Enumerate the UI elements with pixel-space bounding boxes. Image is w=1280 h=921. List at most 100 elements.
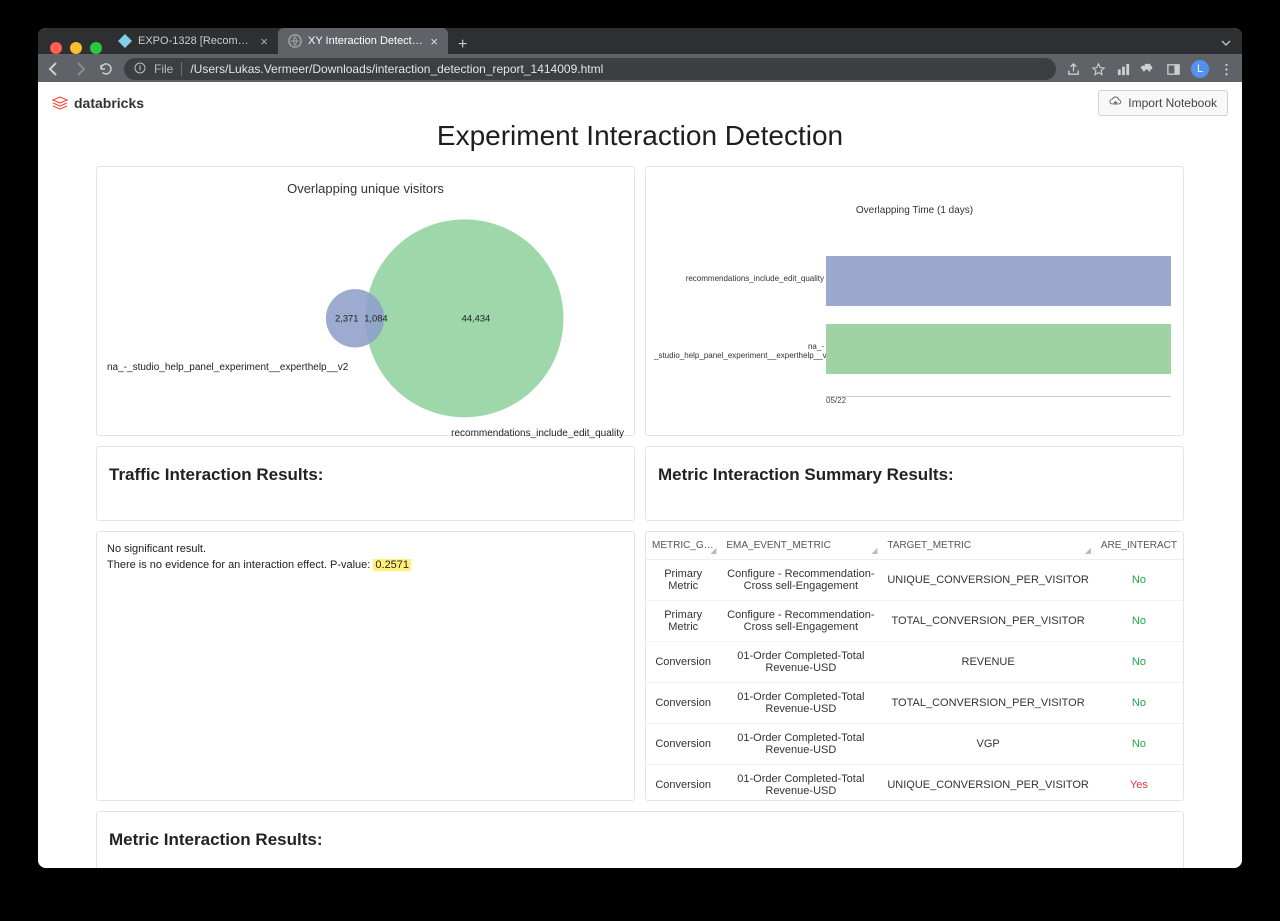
venn-label-a: na_-_studio_help_panel_experiment__exper… xyxy=(107,362,348,373)
cell-target-metric: UNIQUE_CONVERSION_PER_VISITOR xyxy=(881,765,1095,802)
sort-icon[interactable]: ◢ xyxy=(710,546,716,555)
table-row: Primary MetricConfigure - Recommendation… xyxy=(646,560,1183,601)
analytics-icon[interactable] xyxy=(1116,62,1131,77)
bars-title: Overlapping Time (1 days) xyxy=(654,205,1175,216)
table-row: Conversion01-Order Completed-Total Reven… xyxy=(646,765,1183,802)
window-minimize[interactable] xyxy=(70,42,82,54)
bars-panel: Overlapping Time (1 days) recommendation… xyxy=(645,166,1184,436)
cell-are-interact: No xyxy=(1095,724,1183,765)
th-are-interact[interactable]: ARE_INTERACT xyxy=(1095,532,1183,560)
venn-overlap-value: 1,084 xyxy=(364,313,387,323)
cell-ema-event: 01-Order Completed-Total Revenue-USD xyxy=(720,642,881,683)
metric-summary-panel: METRIC_G…◢ EMA_EVENT_METRIC◢ TARGET_METR… xyxy=(645,531,1184,801)
tab-title: XY Interaction Detection - Dat xyxy=(308,35,424,47)
menu-icon[interactable] xyxy=(1219,62,1234,77)
extensions-icon[interactable] xyxy=(1141,62,1156,77)
site-info-icon[interactable] xyxy=(134,62,146,77)
sort-icon[interactable]: ◢ xyxy=(1085,546,1091,555)
bookmark-icon[interactable] xyxy=(1091,62,1106,77)
reload-icon[interactable] xyxy=(98,61,114,77)
cell-metric-group: Conversion xyxy=(646,642,720,683)
tabstrip: EXPO-1328 [Recommendation… × XY Interact… xyxy=(38,28,1242,54)
browser-window: EXPO-1328 [Recommendation… × XY Interact… xyxy=(38,28,1242,868)
traffic-pvalue: 0.2571 xyxy=(373,559,411,571)
venn-title: Overlapping unique visitors xyxy=(105,181,626,196)
cell-are-interact: No xyxy=(1095,560,1183,601)
cell-are-interact: No xyxy=(1095,642,1183,683)
tab-interaction[interactable]: XY Interaction Detection - Dat × xyxy=(278,28,448,54)
sort-icon[interactable]: ◢ xyxy=(871,546,877,555)
metric-results-title: Metric Interaction Results: xyxy=(105,820,1175,860)
cell-ema-event: Configure - Recommendation-Cross sell-En… xyxy=(720,560,881,601)
databricks-logo-icon xyxy=(52,95,68,111)
traffic-results-panel: No significant result. There is no evide… xyxy=(96,531,635,801)
cell-metric-group: Conversion xyxy=(646,765,720,802)
address-path: /Users/Lukas.Vermeer/Downloads/interacti… xyxy=(190,62,603,76)
window-controls xyxy=(50,42,110,54)
share-icon[interactable] xyxy=(1066,62,1081,77)
bar-label-b: na_-_studio_help_panel_experiment__exper… xyxy=(654,342,824,360)
import-notebook-button[interactable]: Import Notebook xyxy=(1098,90,1228,116)
metric-summary-title-panel: Metric Interaction Summary Results: xyxy=(645,446,1184,521)
metric-summary-table: METRIC_G…◢ EMA_EVENT_METRIC◢ TARGET_METR… xyxy=(646,532,1183,801)
tabs-dropdown-icon[interactable] xyxy=(1220,36,1232,54)
venn-label-b: recommendations_include_edit_quality xyxy=(451,428,624,439)
traffic-line1: No significant result. xyxy=(107,542,624,558)
th-target-metric[interactable]: TARGET_METRIC◢ xyxy=(881,532,1095,560)
tab-favicon xyxy=(118,34,132,48)
tab-expo[interactable]: EXPO-1328 [Recommendation… × xyxy=(108,28,278,54)
cell-metric-group: Conversion xyxy=(646,724,720,765)
window-close[interactable] xyxy=(50,42,62,54)
cell-metric-group: Primary Metric xyxy=(646,560,720,601)
window-maximize[interactable] xyxy=(90,42,102,54)
bar-label-a: recommendations_include_edit_quality xyxy=(654,274,824,283)
venn-a-value: 2,371 xyxy=(335,313,358,323)
import-notebook-label: Import Notebook xyxy=(1128,96,1217,110)
table-row: Conversion01-Order Completed-Total Reven… xyxy=(646,683,1183,724)
profile-avatar[interactable]: L xyxy=(1191,60,1209,78)
cell-target-metric: UNIQUE_CONVERSION_PER_VISITOR xyxy=(881,560,1095,601)
table-row: Conversion01-Order Completed-Total Reven… xyxy=(646,642,1183,683)
table-row: Primary MetricConfigure - Recommendation… xyxy=(646,601,1183,642)
page-content: databricks Import Notebook Experiment In… xyxy=(38,82,1242,868)
cell-metric-group: Primary Metric xyxy=(646,601,720,642)
panel-toggle-icon[interactable] xyxy=(1166,62,1181,77)
traffic-line2: There is no evidence for an interaction … xyxy=(107,558,624,574)
cell-target-metric: TOTAL_CONVERSION_PER_VISITOR xyxy=(881,683,1095,724)
bar-a xyxy=(826,256,1171,306)
cell-are-interact: Yes xyxy=(1095,765,1183,802)
address-bar[interactable]: File /Users/Lukas.Vermeer/Downloads/inte… xyxy=(124,58,1056,80)
venn-panel: Overlapping unique visitors 2,371 1,084 … xyxy=(96,166,635,436)
back-icon[interactable] xyxy=(46,61,62,77)
table-row: Conversion01-Order Completed-Total Reven… xyxy=(646,724,1183,765)
tab-favicon xyxy=(288,34,302,48)
bar-b xyxy=(826,324,1171,374)
traffic-title-panel: Traffic Interaction Results: xyxy=(96,446,635,521)
metric-results-title-panel: Metric Interaction Results: xyxy=(96,811,1184,868)
th-metric-group[interactable]: METRIC_G…◢ xyxy=(646,532,720,560)
bars-axis-tick: 05/22 xyxy=(826,396,846,405)
page-title: Experiment Interaction Detection xyxy=(38,120,1242,152)
metric-summary-title: Metric Interaction Summary Results: xyxy=(654,455,1175,495)
cloud-upload-icon xyxy=(1109,95,1122,111)
brand: databricks xyxy=(52,95,144,111)
cell-are-interact: No xyxy=(1095,601,1183,642)
cell-ema-event: 01-Order Completed-Total Revenue-USD xyxy=(720,765,881,802)
venn-b-value: 44,434 xyxy=(462,313,491,323)
forward-icon[interactable] xyxy=(72,61,88,77)
new-tab-button[interactable]: + xyxy=(448,36,477,54)
tab-close-icon[interactable]: × xyxy=(430,34,438,49)
tab-close-icon[interactable]: × xyxy=(260,34,268,49)
traffic-results-title: Traffic Interaction Results: xyxy=(105,455,626,495)
toolbar: File /Users/Lukas.Vermeer/Downloads/inte… xyxy=(38,54,1242,84)
brand-text: databricks xyxy=(74,95,144,111)
bars-axis-line xyxy=(826,396,1171,397)
cell-ema-event: 01-Order Completed-Total Revenue-USD xyxy=(720,683,881,724)
th-ema-event[interactable]: EMA_EVENT_METRIC◢ xyxy=(720,532,881,560)
address-scheme: File xyxy=(154,62,182,76)
cell-target-metric: REVENUE xyxy=(881,642,1095,683)
cell-target-metric: TOTAL_CONVERSION_PER_VISITOR xyxy=(881,601,1095,642)
cell-ema-event: Configure - Recommendation-Cross sell-En… xyxy=(720,601,881,642)
tab-title: EXPO-1328 [Recommendation… xyxy=(138,35,254,47)
cell-target-metric: VGP xyxy=(881,724,1095,765)
